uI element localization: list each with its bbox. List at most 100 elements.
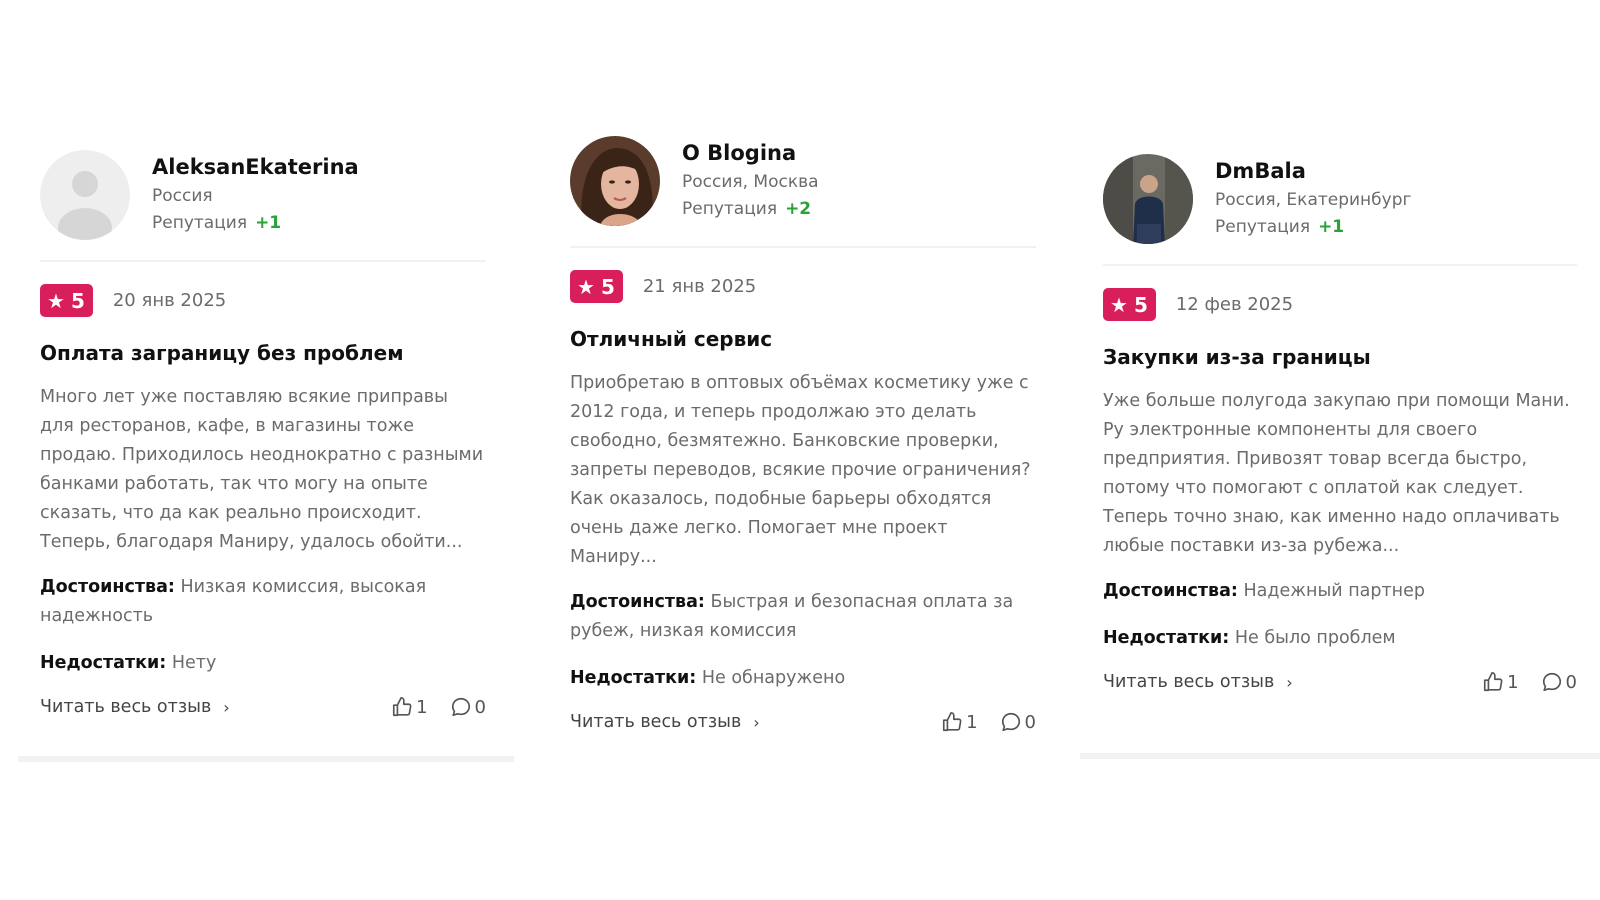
comment-icon — [451, 697, 470, 717]
review-title[interactable]: Закупки из-за границы — [1103, 343, 1577, 371]
cons-text: Не было проблем — [1234, 628, 1396, 648]
review-footer: Читать весь отзыв › 1 0 — [1103, 671, 1577, 693]
rating-value: 5 — [600, 274, 615, 299]
read-full-review-link[interactable]: Читать весь отзыв › — [1103, 672, 1293, 692]
review-text: Уже больше полугода закупаю при помощи М… — [1103, 391, 1570, 556]
pros-label: Достоинства: — [40, 577, 175, 597]
thumbs-up-icon — [393, 697, 412, 717]
divider — [40, 260, 486, 262]
chevron-right-icon: › — [753, 712, 760, 732]
author-location: Россия, Екатеринбург — [1215, 190, 1412, 210]
pros-text: Надежный партнер — [1243, 581, 1425, 601]
review-author-block: O Blogina Россия, Москва Репутация +2 — [570, 136, 1036, 226]
review-author-block: DmBala Россия, Екатеринбург Репутация +1 — [1103, 154, 1577, 244]
review-card: O Blogina Россия, Москва Репутация +2 ★ 5 … — [570, 136, 1036, 733]
author-reputation: Репутация +1 — [152, 210, 359, 237]
chevron-right-icon: › — [1286, 672, 1293, 692]
comment-count: 0 — [474, 696, 486, 718]
review-title[interactable]: Оплата заграницу без проблем — [40, 339, 486, 367]
like-button[interactable]: 1 — [941, 711, 978, 733]
review-cons: Недостатки: Не было проблем — [1103, 624, 1577, 653]
review-counters: 1 0 — [1460, 671, 1577, 693]
user-info: O Blogina Россия, Москва Репутация +2 — [682, 139, 819, 223]
divider — [1103, 264, 1577, 266]
read-more-label: Читать весь отзыв — [1103, 672, 1275, 692]
comment-icon — [1542, 672, 1561, 692]
review-pros: Достоинства: Низкая комиссия, высокая на… — [40, 573, 486, 631]
author-location: Россия — [152, 186, 213, 206]
default-avatar-icon[interactable] — [40, 150, 130, 240]
card-separator — [1080, 753, 1600, 759]
rating-row: ★ 5 20 янв 2025 — [40, 284, 486, 317]
review-pros: Достоинства: Надежный партнер — [1103, 577, 1577, 606]
cons-text: Нету — [171, 653, 217, 673]
review-pros: Достоинства: Быстрая и безопасная оплата… — [570, 588, 1036, 646]
cons-label: Недостатки: — [570, 668, 697, 688]
like-count: 1 — [416, 696, 428, 718]
rating-badge: ★ 5 — [570, 270, 623, 303]
reputation-value: +1 — [255, 213, 282, 233]
reputation-label: Репутация — [682, 199, 778, 219]
star-icon: ★ — [47, 288, 65, 313]
read-full-review-link[interactable]: Читать весь отзыв › — [40, 697, 230, 717]
review-author-block: AleksanEkaterina Россия Репутация +1 — [40, 150, 486, 240]
read-more-label: Читать весь отзыв — [570, 712, 742, 732]
cons-label: Недостатки: — [1103, 628, 1230, 648]
review-text: Много лет уже поставляю всякие приправы … — [40, 387, 484, 552]
rating-row: ★ 5 12 фев 2025 — [1103, 288, 1577, 321]
user-photo[interactable] — [570, 136, 660, 226]
comment-button[interactable]: 0 — [1000, 711, 1036, 733]
review-date: 20 янв 2025 — [112, 290, 227, 311]
thumbs-up-icon — [1484, 672, 1503, 692]
like-button[interactable]: 1 — [391, 696, 428, 718]
card-separator — [18, 756, 514, 762]
thumbs-up-icon — [943, 712, 962, 732]
review-cons: Недостатки: Не обнаружено — [570, 664, 1036, 693]
rating-badge: ★ 5 — [1103, 288, 1156, 321]
reputation-value: +2 — [785, 199, 812, 219]
cons-label: Недостатки: — [40, 653, 167, 673]
user-photo[interactable] — [1103, 154, 1193, 244]
star-icon: ★ — [1110, 292, 1128, 317]
read-full-review-link[interactable]: Читать весь отзыв › — [570, 712, 760, 732]
reputation-label: Репутация — [1215, 217, 1311, 237]
cons-text: Не обнаружено — [701, 668, 846, 688]
comment-button[interactable]: 0 — [450, 696, 486, 718]
review-text: Приобретаю в оптовых объёмах косметику у… — [570, 373, 1031, 567]
review-date: 12 фев 2025 — [1175, 294, 1294, 315]
pros-label: Достоинства: — [570, 592, 705, 612]
review-card: DmBala Россия, Екатеринбург Репутация +1 … — [1103, 154, 1577, 693]
review-card: AleksanEkaterina Россия Репутация +1 ★ 5 2… — [40, 150, 486, 718]
user-info: DmBala Россия, Екатеринбург Репутация +1 — [1215, 157, 1411, 241]
review-footer: Читать весь отзыв › 1 0 — [40, 696, 486, 718]
review-counters: 1 0 — [919, 711, 1036, 733]
review-counters: 1 0 — [369, 696, 486, 718]
chevron-right-icon: › — [223, 697, 230, 717]
author-name[interactable]: AleksanEkaterina — [152, 153, 359, 181]
like-count: 1 — [966, 711, 978, 733]
author-name[interactable]: DmBala — [1215, 157, 1411, 185]
reputation-value: +1 — [1318, 217, 1345, 237]
rating-value: 5 — [70, 288, 85, 313]
star-icon: ★ — [577, 274, 595, 299]
review-date: 21 янв 2025 — [642, 276, 757, 297]
user-info: AleksanEkaterina Россия Репутация +1 — [152, 153, 359, 237]
pros-label: Достоинства: — [1103, 581, 1238, 601]
read-more-label: Читать весь отзыв — [40, 697, 212, 717]
review-footer: Читать весь отзыв › 1 0 — [570, 711, 1036, 733]
rating-row: ★ 5 21 янв 2025 — [570, 270, 1036, 303]
rating-value: 5 — [1133, 292, 1148, 317]
author-name[interactable]: O Blogina — [682, 139, 819, 167]
comment-icon — [1001, 712, 1020, 732]
comment-button[interactable]: 0 — [1541, 671, 1577, 693]
review-cons: Недостатки: Нету — [40, 649, 486, 678]
author-location: Россия, Москва — [682, 172, 819, 192]
like-button[interactable]: 1 — [1482, 671, 1519, 693]
review-title[interactable]: Отличный сервис — [570, 325, 1036, 353]
reputation-label: Репутация — [152, 213, 248, 233]
like-count: 1 — [1507, 671, 1519, 693]
author-reputation: Репутация +1 — [1215, 214, 1411, 241]
comment-count: 0 — [1024, 711, 1036, 733]
rating-badge: ★ 5 — [40, 284, 93, 317]
author-reputation: Репутация +2 — [682, 196, 819, 223]
